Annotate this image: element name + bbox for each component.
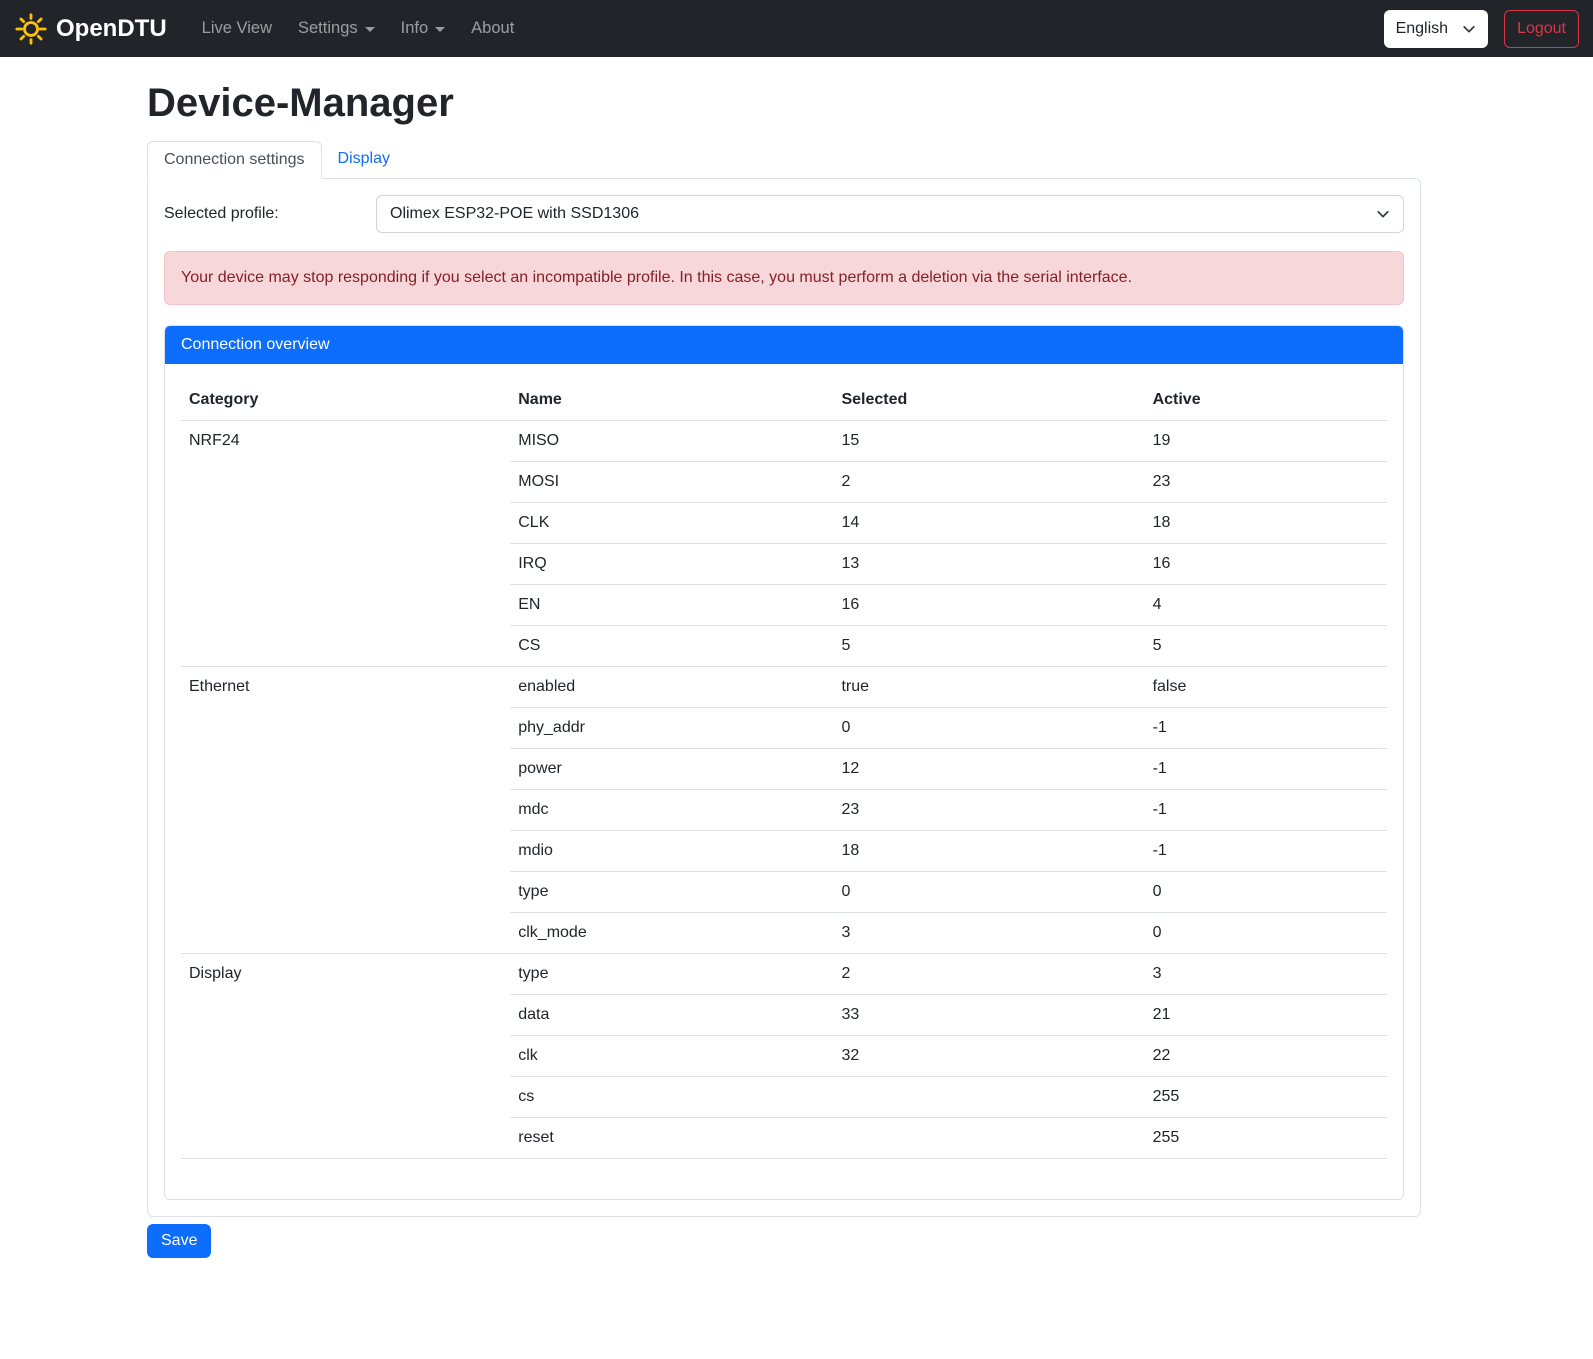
active-cell: -1	[1145, 831, 1387, 872]
active-cell: 16	[1145, 544, 1387, 585]
active-cell: 22	[1145, 1036, 1387, 1077]
selected-cell: 0	[833, 872, 1144, 913]
name-cell: data	[510, 995, 833, 1036]
active-cell: 19	[1145, 421, 1387, 462]
profile-row: Selected profile: Olimex ESP32-POE with …	[164, 195, 1404, 233]
profile-select[interactable]: Olimex ESP32-POE with SSD1306	[376, 195, 1404, 233]
selected-cell: 14	[833, 503, 1144, 544]
active-cell: false	[1145, 667, 1387, 708]
profile-select-value: Olimex ESP32-POE with SSD1306	[390, 205, 639, 223]
selected-cell: 5	[833, 626, 1144, 667]
selected-profile-label: Selected profile:	[164, 205, 376, 223]
active-cell: 18	[1145, 503, 1387, 544]
selected-cell: 12	[833, 749, 1144, 790]
column-header-selected: Selected	[833, 380, 1144, 421]
selected-cell: 3	[833, 913, 1144, 954]
category-cell: Display	[181, 954, 510, 1159]
selected-cell: 2	[833, 954, 1144, 995]
selected-cell: 15	[833, 421, 1144, 462]
name-cell: mdc	[510, 790, 833, 831]
name-cell: type	[510, 954, 833, 995]
name-cell: cs	[510, 1077, 833, 1118]
table-row: Ethernetenabledtruefalse	[181, 667, 1387, 708]
active-cell: -1	[1145, 749, 1387, 790]
logout-button[interactable]: Logout	[1504, 10, 1579, 48]
selected-cell: 18	[833, 831, 1144, 872]
tab-content-panel: Selected profile: Olimex ESP32-POE with …	[147, 178, 1421, 1217]
connection-overview-header: Connection overview	[165, 326, 1403, 364]
active-cell: 23	[1145, 462, 1387, 503]
warning-alert: Your device may stop responding if you s…	[164, 251, 1404, 305]
tab-bar: Connection settings Display	[147, 141, 1421, 178]
brand-label: OpenDTU	[56, 15, 167, 43]
nav-item-live-view[interactable]: Live View	[189, 11, 285, 46]
name-cell: power	[510, 749, 833, 790]
name-cell: enabled	[510, 667, 833, 708]
connection-overview-table: Category Name Selected Active NRF24MISO1…	[181, 380, 1387, 1159]
name-cell: CLK	[510, 503, 833, 544]
category-cell: Ethernet	[181, 667, 510, 954]
active-cell: 0	[1145, 913, 1387, 954]
chevron-down-icon	[1462, 22, 1476, 36]
column-header-active: Active	[1145, 380, 1387, 421]
chevron-down-icon	[1376, 207, 1390, 221]
selected-cell	[833, 1118, 1144, 1159]
nav-item-about[interactable]: About	[458, 11, 527, 46]
column-header-category: Category	[181, 380, 510, 421]
name-cell: CS	[510, 626, 833, 667]
active-cell: -1	[1145, 708, 1387, 749]
save-button[interactable]: Save	[147, 1224, 211, 1258]
name-cell: MISO	[510, 421, 833, 462]
caret-down-icon	[435, 27, 445, 32]
name-cell: clk_mode	[510, 913, 833, 954]
caret-down-icon	[365, 27, 375, 32]
name-cell: MOSI	[510, 462, 833, 503]
active-cell: 0	[1145, 872, 1387, 913]
selected-cell: 2	[833, 462, 1144, 503]
nav-item-info[interactable]: Info	[388, 11, 459, 46]
active-cell: 3	[1145, 954, 1387, 995]
connection-overview-card: Connection overview Category Name Select…	[164, 325, 1404, 1200]
selected-cell: 23	[833, 790, 1144, 831]
connection-overview-body: Category Name Selected Active NRF24MISO1…	[165, 364, 1403, 1199]
language-select[interactable]: English	[1384, 10, 1488, 48]
name-cell: reset	[510, 1118, 833, 1159]
main-content: Device-Manager Connection settings Displ…	[147, 57, 1421, 1258]
navbar: OpenDTU Live View Settings Info About En…	[0, 0, 1593, 57]
name-cell: phy_addr	[510, 708, 833, 749]
name-cell: type	[510, 872, 833, 913]
table-row: Displaytype23	[181, 954, 1387, 995]
table-row: NRF24MISO1519	[181, 421, 1387, 462]
tab-connection-settings[interactable]: Connection settings	[147, 141, 322, 179]
name-cell: mdio	[510, 831, 833, 872]
nav-item-settings[interactable]: Settings	[285, 11, 388, 46]
tab-display[interactable]: Display	[322, 141, 406, 178]
active-cell: -1	[1145, 790, 1387, 831]
selected-cell: 13	[833, 544, 1144, 585]
brand[interactable]: OpenDTU	[14, 12, 167, 46]
selected-cell: 33	[833, 995, 1144, 1036]
table-header-row: Category Name Selected Active	[181, 380, 1387, 421]
name-cell: clk	[510, 1036, 833, 1077]
active-cell: 255	[1145, 1118, 1387, 1159]
name-cell: IRQ	[510, 544, 833, 585]
active-cell: 255	[1145, 1077, 1387, 1118]
selected-cell: 32	[833, 1036, 1144, 1077]
name-cell: EN	[510, 585, 833, 626]
category-cell: NRF24	[181, 421, 510, 667]
selected-cell: true	[833, 667, 1144, 708]
active-cell: 5	[1145, 626, 1387, 667]
active-cell: 21	[1145, 995, 1387, 1036]
selected-cell: 0	[833, 708, 1144, 749]
selected-cell	[833, 1077, 1144, 1118]
selected-cell: 16	[833, 585, 1144, 626]
column-header-name: Name	[510, 380, 833, 421]
active-cell: 4	[1145, 585, 1387, 626]
page-title: Device-Manager	[147, 79, 1421, 127]
sun-logo-icon	[14, 12, 48, 46]
